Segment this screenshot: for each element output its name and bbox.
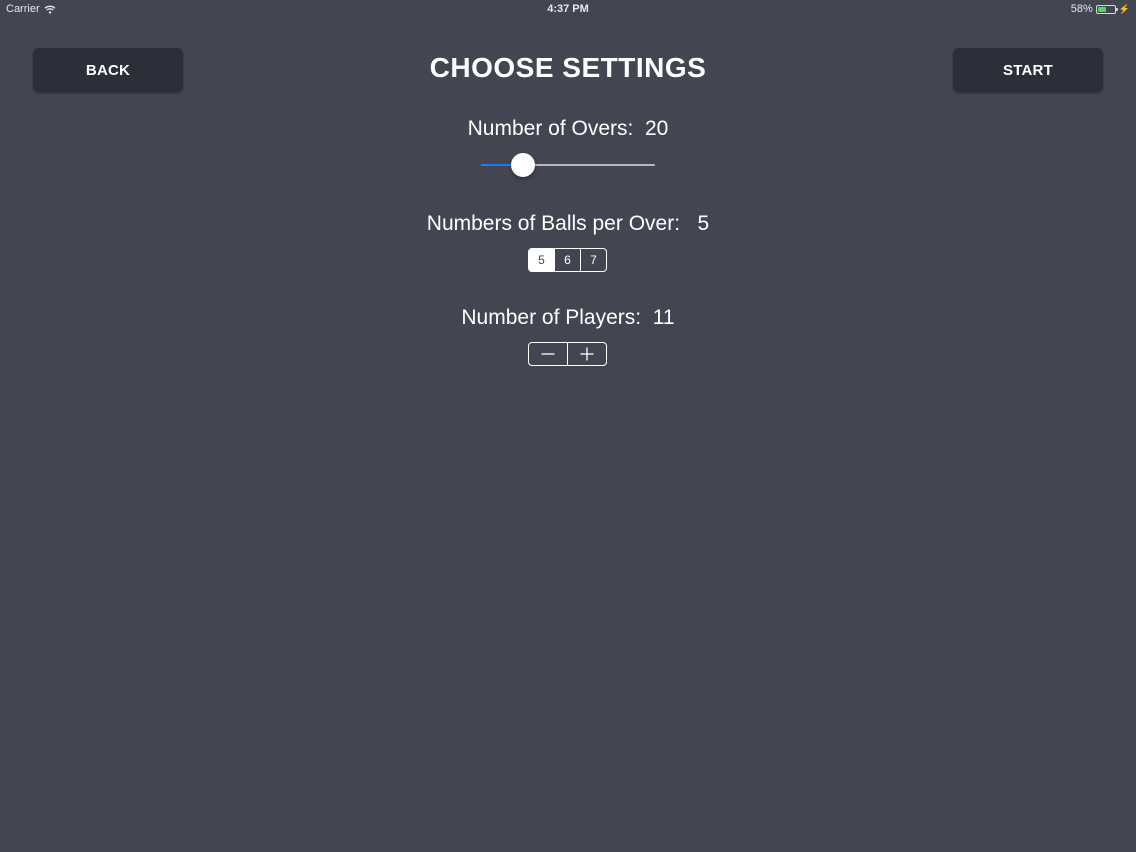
- overs-slider[interactable]: [481, 153, 655, 177]
- increment-button[interactable]: [567, 343, 606, 365]
- decrement-button[interactable]: [529, 343, 567, 365]
- players-stepper[interactable]: [528, 342, 607, 366]
- balls-per-over-segmented-control[interactable]: 5 6 7: [528, 248, 607, 272]
- players-label: Number of Players: 11: [461, 306, 675, 329]
- battery-level-fill: [1097, 6, 1107, 12]
- segment-5[interactable]: 5: [529, 249, 554, 271]
- battery-percent: 58%: [1070, 3, 1093, 15]
- minus-icon: [541, 347, 555, 361]
- battery-group: 58% ⚡: [1071, 3, 1130, 15]
- slider-thumb[interactable]: [510, 153, 535, 177]
- plus-icon: [580, 347, 594, 361]
- settings-screen: Carrier 4:37 PM 58% ⚡ BACK CHOOSE SETTIN…: [0, 0, 1136, 852]
- overs-label: Number of Overs: 20: [467, 117, 669, 140]
- status-time: 4:37 PM: [547, 3, 589, 15]
- balls-per-over-label: Numbers of Balls per Over: 5: [426, 212, 710, 235]
- battery-icon: [1095, 4, 1118, 14]
- segment-6[interactable]: 6: [554, 249, 580, 271]
- start-button[interactable]: START: [953, 48, 1103, 92]
- bolt-icon: ⚡: [1118, 3, 1130, 14]
- segment-7[interactable]: 7: [580, 249, 606, 271]
- status-bar: Carrier 4:37 PM 58% ⚡: [0, 0, 1136, 18]
